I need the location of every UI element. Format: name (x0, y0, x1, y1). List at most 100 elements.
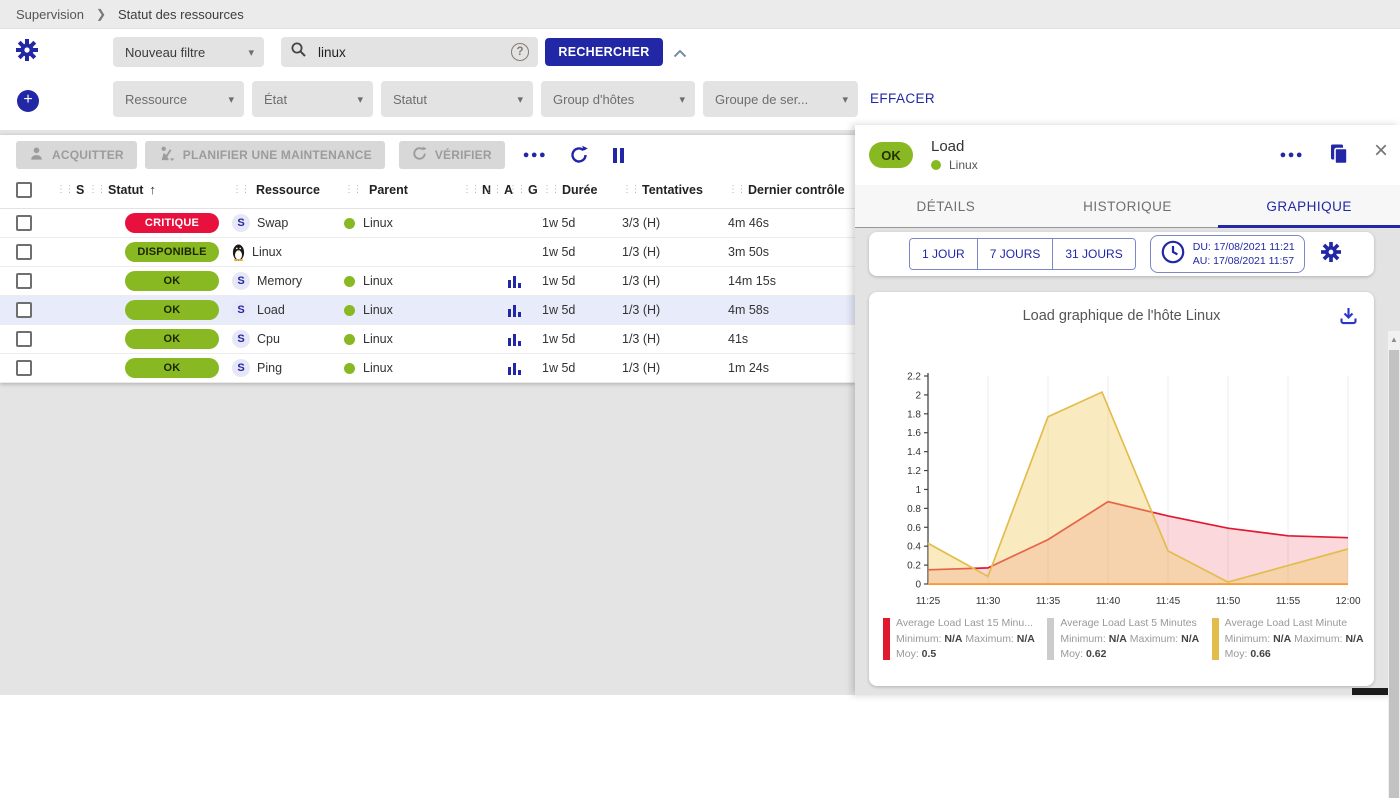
legend-item[interactable]: Average Load Last 5 MinutesMinimum: N/A … (1047, 616, 1199, 663)
column-header-a[interactable]: ⋮⋮A (484, 183, 508, 197)
collapse-filters-chevron-up-icon[interactable] (673, 45, 687, 63)
graph-icon[interactable] (508, 333, 522, 346)
table-row-memory[interactable]: OKSMemoryLinux1w 5d1/3 (H)14m 15s (0, 267, 855, 296)
search-help-icon[interactable]: ? (511, 43, 529, 61)
panel-horizontal-scrollbar-thumb[interactable] (1352, 688, 1388, 695)
criteria-chip--tat[interactable]: État▾ (252, 81, 373, 117)
resource-name[interactable]: Ping (257, 361, 282, 375)
more-actions-icon[interactable]: ●●● (523, 149, 547, 161)
svg-text:2: 2 (915, 390, 921, 401)
table-row-swap[interactable]: CRITIQUESSwapLinux1w 5d3/3 (H)4m 46s (0, 209, 855, 238)
resource-name[interactable]: Memory (257, 274, 302, 288)
saved-filter-select[interactable]: Nouveau filtre ▾ (113, 37, 264, 67)
search-button[interactable]: RECHERCHER (545, 38, 663, 66)
drag-handle-icon[interactable]: ⋮⋮ (728, 184, 745, 195)
row-checkbox[interactable] (16, 244, 32, 260)
load-chart[interactable]: 11:2511:3011:3511:4011:4511:5011:5512:00… (882, 364, 1362, 612)
criteria-chip-ressource[interactable]: Ressource▾ (113, 81, 244, 117)
drag-handle-icon[interactable]: ⋮⋮ (484, 184, 501, 195)
panel-more-actions-icon[interactable]: ●●● (1280, 149, 1304, 161)
range-button-7-jours[interactable]: 7 JOURS (977, 239, 1053, 269)
scrollbar-thumb[interactable] (1389, 350, 1399, 798)
drag-handle-icon[interactable]: ⋮⋮ (508, 184, 525, 195)
drag-handle-icon[interactable]: ⋮⋮ (344, 184, 361, 195)
criteria-chip-statut[interactable]: Statut▾ (381, 81, 533, 117)
scroll-up-arrow-icon[interactable]: ▲ (1388, 331, 1400, 349)
criteria-chip-groupe-de-ser-[interactable]: Groupe de ser...▾ (703, 81, 858, 117)
filter-settings-gear-icon[interactable] (16, 39, 38, 66)
export-download-icon[interactable] (1339, 307, 1358, 330)
column-header-tentatives[interactable]: ⋮⋮Tentatives (622, 183, 728, 197)
search-input[interactable] (316, 44, 491, 61)
drag-handle-icon[interactable]: ⋮⋮ (622, 184, 639, 195)
resource-name[interactable]: Cpu (257, 332, 280, 346)
graph-card: Load graphique de l'hôte Linux 11:2511:3… (869, 292, 1374, 686)
graph-icon[interactable] (508, 275, 522, 288)
legend-item[interactable]: Average Load Last 15 Minu...Minimum: N/A… (883, 616, 1035, 663)
search-box[interactable]: ? (281, 37, 538, 67)
column-header-parent[interactable]: ⋮⋮Parent (340, 183, 462, 197)
parent-name[interactable]: Linux (363, 274, 393, 288)
detail-panel: OK Load Linux ●●● × DÉTAILSHISTORIQUEGRA… (855, 125, 1400, 695)
range-button-31-jours[interactable]: 31 JOURS (1052, 239, 1134, 269)
acknowledge-button[interactable]: ACQUITTER (16, 141, 137, 169)
row-checkbox[interactable] (16, 273, 32, 289)
filter-area: Nouveau filtre ▾ ? RECHERCHER + Ressourc… (0, 29, 1400, 130)
breadcrumb-section[interactable]: Supervision (16, 7, 84, 22)
last-check-cell: 41s (728, 332, 855, 346)
tab-graphique[interactable]: GRAPHIQUE (1218, 185, 1400, 227)
column-header-dur-e[interactable]: ⋮⋮Durée (542, 183, 622, 197)
add-criteria-button[interactable]: + (17, 90, 39, 112)
graph-settings-gear-icon[interactable] (1321, 242, 1341, 267)
parent-name[interactable]: Linux (363, 361, 393, 375)
row-checkbox[interactable] (16, 215, 32, 231)
custom-period-box[interactable]: DU: 17/08/2021 11:21 AU: 17/08/2021 11:5… (1150, 235, 1305, 273)
column-header-statut[interactable]: ⋮⋮Statut↑ (88, 182, 224, 197)
graph-icon[interactable] (508, 362, 522, 375)
column-header-ressource[interactable]: ⋮⋮Ressource (224, 183, 340, 197)
drag-handle-icon[interactable]: ⋮⋮ (56, 184, 73, 195)
column-header-s[interactable]: ⋮⋮S (48, 183, 88, 197)
table-row-ping[interactable]: OKSPingLinux1w 5d1/3 (H)1m 24s (0, 354, 855, 383)
panel-vertical-scrollbar[interactable]: ▲ (1388, 331, 1400, 798)
table-row-cpu[interactable]: OKSCpuLinux1w 5d1/3 (H)41s (0, 325, 855, 354)
graph-icon[interactable] (508, 304, 522, 317)
row-checkbox[interactable] (16, 302, 32, 318)
copy-link-icon[interactable] (1328, 143, 1350, 171)
criteria-chip-label: Ressource (125, 92, 187, 107)
range-button-1-jour[interactable]: 1 JOUR (910, 239, 977, 269)
column-header-dernier-contr-le[interactable]: ⋮⋮Dernier contrôle (728, 183, 855, 197)
parent-name[interactable]: Linux (363, 332, 393, 346)
row-checkbox[interactable] (16, 331, 32, 347)
column-header-n[interactable]: ⋮⋮N (462, 183, 484, 197)
row-checkbox[interactable] (16, 360, 32, 376)
detail-panel-header: OK Load Linux ●●● × (855, 125, 1400, 185)
check-button[interactable]: VÉRIFIER (399, 141, 505, 169)
drag-handle-icon[interactable]: ⋮⋮ (542, 184, 559, 195)
resource-name[interactable]: Linux (252, 245, 282, 259)
tab-historique[interactable]: HISTORIQUE (1037, 185, 1219, 227)
breadcrumb-page[interactable]: Statut des ressources (118, 7, 244, 22)
resource-name[interactable]: Swap (257, 216, 288, 230)
clear-filters-button[interactable]: EFFACER (870, 91, 935, 106)
pause-icon[interactable] (611, 148, 625, 163)
downtime-button[interactable]: PLANIFIER UNE MAINTENANCE (145, 141, 385, 169)
resource-name[interactable]: Load (257, 303, 285, 317)
close-panel-icon[interactable]: × (1374, 139, 1388, 163)
resources-table: ACQUITTER PLANIFIER UNE MAINTENANCE (0, 135, 855, 383)
table-row-linux[interactable]: DISPONIBLELinux1w 5d1/3 (H)3m 50s (0, 238, 855, 267)
refresh-icon[interactable] (569, 145, 589, 165)
parent-name[interactable]: Linux (363, 303, 393, 317)
svg-text:0.2: 0.2 (907, 561, 921, 572)
panel-parent-host[interactable]: Linux (949, 158, 978, 172)
drag-handle-icon[interactable]: ⋮⋮ (88, 184, 105, 195)
drag-handle-icon[interactable]: ⋮⋮ (232, 184, 249, 195)
legend-item[interactable]: Average Load Last MinuteMinimum: N/A Max… (1212, 616, 1364, 663)
drag-handle-icon[interactable]: ⋮⋮ (462, 184, 479, 195)
criteria-chip-group-d-h-tes[interactable]: Group d'hôtes▾ (541, 81, 695, 117)
select-all-checkbox[interactable] (16, 182, 32, 198)
tab-d-tails[interactable]: DÉTAILS (855, 185, 1037, 227)
column-header-g[interactable]: ⋮⋮G (508, 183, 542, 197)
table-row-load[interactable]: OKSLoadLinux1w 5d1/3 (H)4m 58s (0, 296, 855, 325)
parent-name[interactable]: Linux (363, 216, 393, 230)
